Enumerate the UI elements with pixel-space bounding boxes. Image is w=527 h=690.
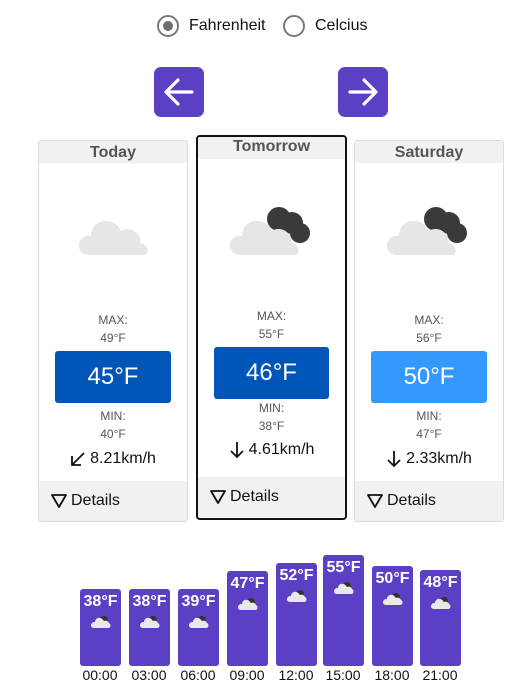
details-label[interactable]: Details: [71, 492, 120, 510]
previous-button[interactable]: [154, 67, 204, 117]
triangle-down-icon: [210, 490, 226, 504]
hour-time: 09:00: [229, 667, 265, 683]
hour-time: 03:00: [131, 667, 167, 683]
celcius-option[interactable]: Celcius: [283, 13, 367, 39]
hour-time: 12:00: [278, 667, 314, 683]
hour-temp: 47°F: [230, 575, 265, 592]
current-temp-box: 50°F: [371, 351, 487, 403]
wind-info: 2.33km/h: [355, 447, 503, 471]
hour-time: 06:00: [180, 667, 216, 683]
fahrenheit-label[interactable]: Fahrenheit: [189, 17, 266, 35]
min-temp: 38°F: [258, 419, 285, 433]
hour-temp: 38°F: [132, 593, 167, 610]
hour-column[interactable]: 48°F: [420, 570, 461, 666]
hour-time: 21:00: [422, 667, 458, 683]
card-day-title: Saturday: [355, 141, 503, 163]
hour-time: 00:00: [82, 667, 118, 683]
hour-column[interactable]: 50°F: [372, 566, 413, 666]
hour-column[interactable]: 55°F: [323, 555, 364, 666]
cloud-dark-icon: [333, 582, 353, 594]
hour-temp: 52°F: [279, 567, 314, 584]
hour-temp: 39°F: [181, 593, 216, 610]
details-toggle[interactable]: Details: [39, 481, 187, 521]
hour-column[interactable]: 38°F: [129, 589, 170, 666]
arrow-right-icon: [348, 78, 378, 106]
triangle-down-icon: [367, 494, 383, 508]
unit-selector: Fahrenheit Celcius: [157, 13, 397, 39]
fahrenheit-option[interactable]: Fahrenheit: [157, 13, 266, 39]
min-temp: 40°F: [100, 427, 126, 441]
hour-time: 15:00: [325, 667, 361, 683]
hour-temp: 48°F: [423, 574, 458, 591]
cloud-dark-icon: [90, 616, 110, 628]
hour-column[interactable]: 47°F: [227, 571, 268, 666]
max-label: MAX:: [256, 309, 287, 323]
arrow-down-icon: [229, 442, 244, 459]
cloud-dark-icon: [286, 590, 306, 602]
details-label[interactable]: Details: [230, 488, 279, 506]
hour-temp: 38°F: [83, 593, 118, 610]
triangle-down-icon: [51, 494, 67, 508]
current-temp-box: 46°F: [214, 347, 329, 399]
max-temp: 49°F: [100, 331, 126, 345]
max-temp: 55°F: [258, 327, 285, 341]
wind-info: 8.21km/h: [39, 447, 187, 471]
hour-column[interactable]: 52°F: [276, 563, 317, 666]
cloud-dark-icon: [237, 598, 257, 610]
hour-time: 18:00: [374, 667, 410, 683]
min-label: MIN:: [416, 409, 442, 423]
current-temp-box: 45°F: [55, 351, 171, 403]
max-temp: 56°F: [416, 331, 442, 345]
cloud-dark-icon: [229, 207, 310, 255]
cloud-dark-icon: [139, 616, 159, 628]
wind-speed: 2.33km/h: [406, 450, 472, 467]
details-toggle[interactable]: Details: [355, 481, 503, 521]
cloud-dark-icon: [430, 597, 450, 609]
hour-temp: 50°F: [375, 570, 410, 587]
hour-temp: 55°F: [326, 559, 361, 576]
celcius-label[interactable]: Celcius: [315, 17, 367, 35]
arrow-left-icon: [164, 78, 194, 106]
cloud-dark-icon: [386, 207, 467, 255]
hour-column[interactable]: 38°F: [80, 589, 121, 666]
cloud-icon: [78, 220, 148, 255]
wind-speed: 8.21km/h: [90, 450, 156, 467]
wind-info: 4.61km/h: [198, 438, 345, 462]
fahrenheit-radio[interactable]: [157, 15, 179, 37]
max-label: MAX:: [98, 313, 128, 327]
card-day-title: Tomorrow: [198, 137, 345, 159]
min-temp: 47°F: [416, 427, 442, 441]
details-label[interactable]: Details: [387, 492, 436, 510]
max-label: MAX:: [414, 313, 444, 327]
hour-column[interactable]: 39°F: [178, 589, 219, 666]
card-day-title: Today: [39, 141, 187, 163]
cloud-dark-icon: [188, 616, 208, 628]
wind-speed: 4.61km/h: [248, 441, 315, 458]
forecast-card-saturday[interactable]: Saturday MAX: 56°F 50°F MIN: 47°F 2.33km…: [354, 140, 504, 522]
next-button[interactable]: [338, 67, 388, 117]
forecast-card-tomorrow[interactable]: Tomorrow MAX: 55°F 46°F MIN: 38°F 4.61km…: [196, 135, 347, 520]
forecast-card-today[interactable]: Today MAX: 49°F 45°F MIN: 40°F 8.21km/h …: [38, 140, 188, 522]
min-label: MIN:: [100, 409, 126, 423]
cloud-dark-icon: [382, 593, 402, 605]
celcius-radio[interactable]: [283, 15, 305, 37]
details-toggle[interactable]: Details: [198, 477, 345, 517]
arrow-down-left-icon: [71, 452, 85, 466]
arrow-down-icon: [387, 451, 401, 468]
min-label: MIN:: [258, 401, 285, 415]
